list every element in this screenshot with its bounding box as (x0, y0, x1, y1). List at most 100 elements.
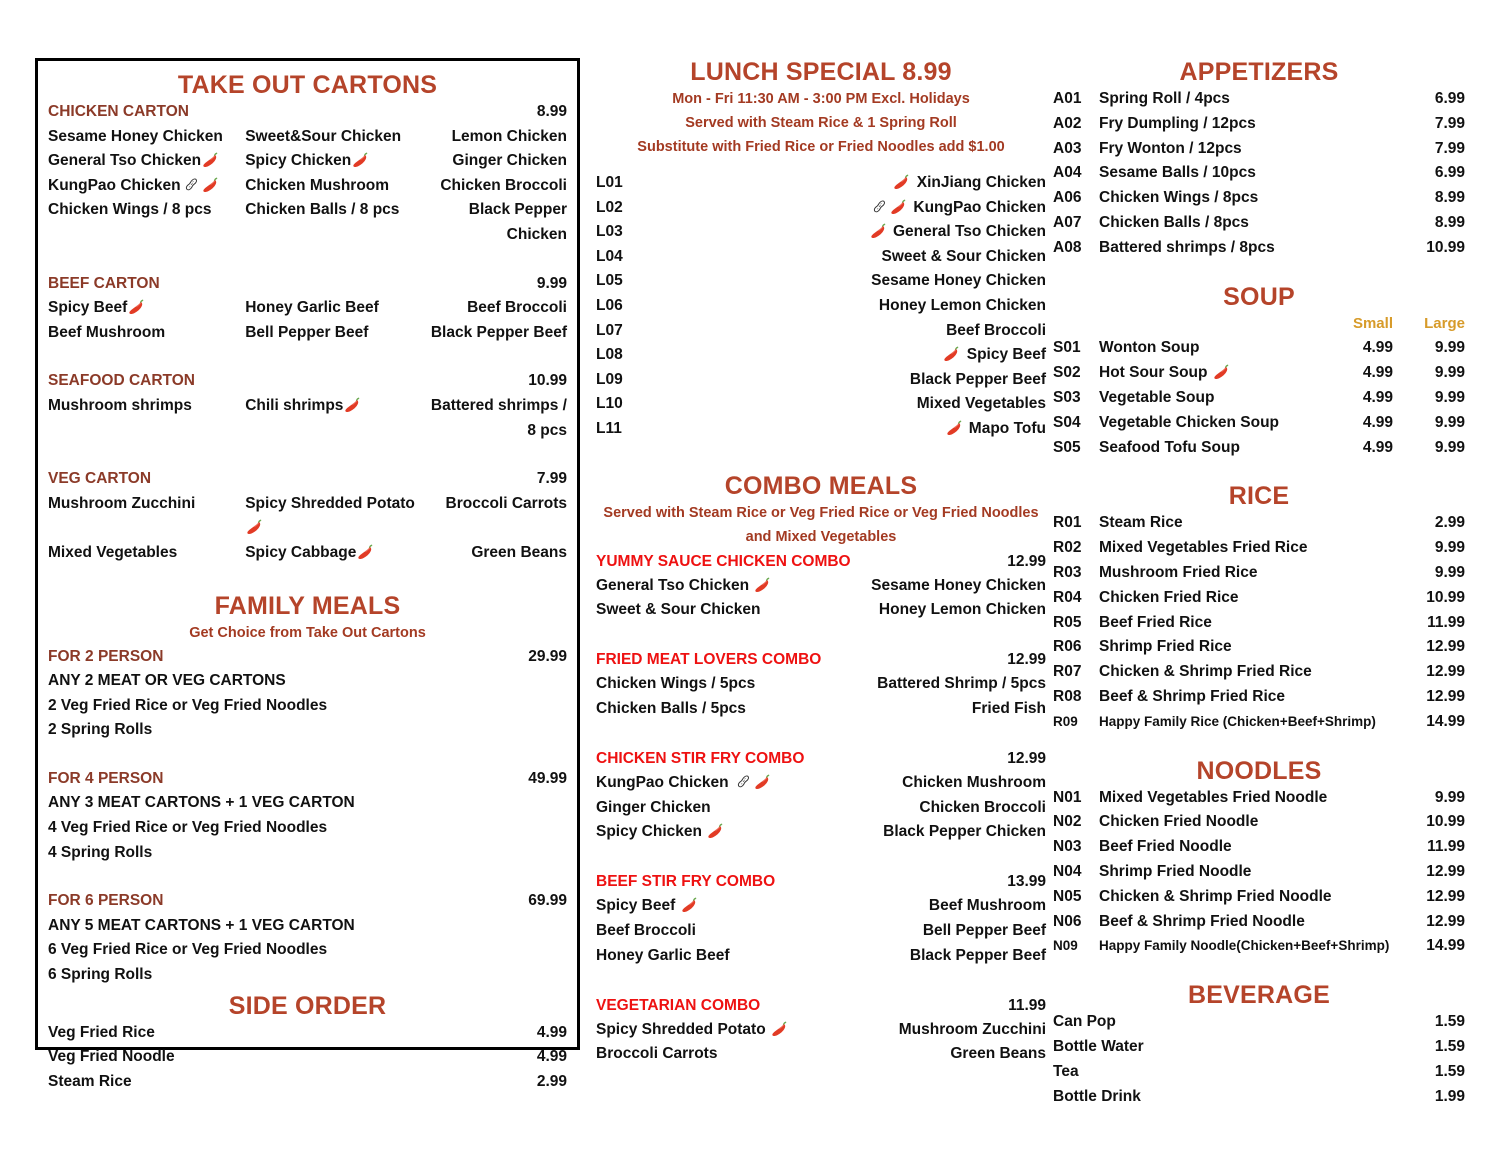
menu-item[interactable]: Mixed Vegetables (48, 541, 245, 566)
beverage-item[interactable]: Bottle Water 1.59 (1053, 1035, 1465, 1060)
menu-item[interactable]: Ginger Chicken (596, 796, 711, 821)
appetizer-item[interactable]: A08 Battered shrimps / 8pcs 10.99 (1053, 236, 1465, 261)
menu-item[interactable]: Spicy Shredded Potato (245, 492, 421, 541)
beverage-item[interactable]: Bottle Drink 1.99 (1053, 1085, 1465, 1110)
menu-item[interactable]: Spicy Chicken (596, 820, 726, 845)
lunch-special-item[interactable]: L04 Sweet & Sour Chicken (596, 245, 1046, 270)
soup-item[interactable]: S05 Seafood Tofu Soup 4.99 9.99 (1053, 436, 1465, 461)
menu-item[interactable]: Battered shrimps / 8 pcs (422, 394, 567, 443)
menu-item[interactable]: Chicken Broccoli (422, 174, 567, 199)
side-order-item[interactable]: Veg Fried Rice 4.99 (46, 1021, 569, 1046)
menu-item[interactable]: Chicken Mushroom (902, 771, 1046, 796)
menu-item[interactable]: Beef Broccoli (596, 919, 696, 944)
menu-item[interactable]: Beef Mushroom (48, 321, 245, 346)
menu-item[interactable]: Chicken Mushroom (245, 174, 421, 199)
item-price: 10.99 (1426, 813, 1465, 831)
lunch-special-item[interactable]: L11 Mapo Tofu (596, 417, 1046, 442)
noodle-item[interactable]: N05 Chicken & Shrimp Fried Noodle 12.99 (1053, 885, 1465, 910)
menu-item[interactable]: Fried Fish (972, 697, 1046, 722)
menu-item[interactable]: Mushroom Zucchini (48, 492, 245, 517)
appetizer-item[interactable]: A01 Spring Roll / 4pcs 6.99 (1053, 87, 1465, 112)
soup-item[interactable]: S01 Wonton Soup 4.99 9.99 (1053, 336, 1465, 361)
beverage-item[interactable]: Can Pop 1.59 (1053, 1010, 1465, 1035)
noodle-item[interactable]: N04 Shrimp Fried Noodle 12.99 (1053, 860, 1465, 885)
menu-item[interactable]: Lemon Chicken (422, 125, 567, 150)
side-order-item[interactable]: Veg Fried Noodle 4.99 (46, 1045, 569, 1070)
menu-item[interactable]: KungPao Chicken (596, 771, 773, 796)
menu-item[interactable]: Chicken Wings / 5pcs (596, 672, 755, 697)
menu-item[interactable]: Spicy Beef (48, 296, 245, 321)
menu-item[interactable]: Broccoli Carrots (596, 1042, 717, 1067)
rice-item[interactable]: R02 Mixed Vegetables Fried Rice 9.99 (1053, 536, 1465, 561)
menu-item[interactable]: Bell Pepper Beef (245, 321, 421, 346)
menu-item[interactable]: Chili shrimps (245, 394, 421, 419)
soup-item[interactable]: S02 Hot Sour Soup 4.99 9.99 (1053, 361, 1465, 386)
menu-item[interactable]: Chicken Wings / 8 pcs (48, 198, 245, 223)
combo-item-row: Honey Garlic Beef Black Pepper Beef (596, 944, 1046, 969)
menu-item[interactable]: Green Beans (950, 1042, 1046, 1067)
rice-item[interactable]: R08 Beef & Shrimp Fried Rice 12.99 (1053, 685, 1465, 710)
menu-item[interactable]: Honey Garlic Beef (245, 296, 421, 321)
menu-item[interactable]: Honey Lemon Chicken (879, 598, 1046, 623)
noodle-item[interactable]: N01 Mixed Vegetables Fried Noodle 9.99 (1053, 786, 1465, 811)
lunch-special-item[interactable]: L05 Sesame Honey Chicken (596, 269, 1046, 294)
appetizer-item[interactable]: A04 Sesame Balls / 10pcs 6.99 (1053, 161, 1465, 186)
menu-item[interactable]: KungPao Chicken (48, 174, 245, 199)
menu-item[interactable]: Green Beans (422, 541, 567, 566)
noodle-item[interactable]: N09 Happy Family Noodle(Chicken+Beef+Shri… (1053, 934, 1465, 959)
side-order-item[interactable]: Steam Rice 2.99 (46, 1070, 569, 1095)
menu-item[interactable]: Chicken Broccoli (919, 796, 1046, 821)
menu-item[interactable]: Ginger Chicken (422, 149, 567, 174)
menu-item[interactable]: Spicy Cabbage (245, 541, 421, 566)
appetizer-item[interactable]: A02 Fry Dumpling / 12pcs 7.99 (1053, 112, 1465, 137)
carton-name: BEEF CARTON (48, 274, 160, 292)
appetizer-item[interactable]: A03 Fry Wonton / 12pcs 7.99 (1053, 137, 1465, 162)
lunch-special-item[interactable]: L01 XinJiang Chicken (596, 171, 1046, 196)
menu-item[interactable]: Sweet&Sour Chicken (245, 125, 421, 150)
soup-item[interactable]: S04 Vegetable Chicken Soup 4.99 9.99 (1053, 411, 1465, 436)
lunch-special-item[interactable]: L10 Mixed Vegetables (596, 392, 1046, 417)
lunch-special-item[interactable]: L08 Spicy Beef (596, 343, 1046, 368)
rice-item[interactable]: R06 Shrimp Fried Rice 12.99 (1053, 635, 1465, 660)
menu-item[interactable]: Sesame Honey Chicken (871, 574, 1046, 599)
noodle-item[interactable]: N03 Beef Fried Noodle 11.99 (1053, 835, 1465, 860)
lunch-special-item[interactable]: L09 Black Pepper Beef (596, 368, 1046, 393)
beverage-item[interactable]: Tea 1.59 (1053, 1060, 1465, 1085)
rice-item[interactable]: R07 Chicken & Shrimp Fried Rice 12.99 (1053, 660, 1465, 685)
menu-item[interactable]: Mushroom shrimps (48, 394, 245, 419)
menu-item[interactable]: Sweet & Sour Chicken (596, 598, 761, 623)
appetizer-item[interactable]: A07 Chicken Balls / 8pcs 8.99 (1053, 211, 1465, 236)
soup-item[interactable]: S03 Vegetable Soup 4.99 9.99 (1053, 386, 1465, 411)
menu-item[interactable]: Black Pepper Chicken (883, 820, 1046, 845)
menu-item[interactable]: Spicy Beef (596, 894, 700, 919)
menu-item[interactable]: Bell Pepper Beef (923, 919, 1046, 944)
noodle-item[interactable]: N06 Beef & Shrimp Fried Noodle 12.99 (1053, 910, 1465, 935)
menu-item[interactable]: Sesame Honey Chicken (48, 125, 245, 150)
menu-item[interactable]: Mushroom Zucchini (899, 1018, 1046, 1043)
menu-item[interactable]: Chicken Balls / 8 pcs (245, 198, 421, 223)
menu-item[interactable]: Spicy Chicken (245, 149, 421, 174)
menu-item[interactable]: Black Pepper Chicken (422, 198, 567, 247)
menu-item[interactable]: General Tso Chicken (596, 574, 773, 599)
menu-item[interactable]: Spicy Shredded Potato (596, 1018, 790, 1043)
menu-item[interactable]: General Tso Chicken (48, 149, 245, 174)
menu-item[interactable]: Honey Garlic Beef (596, 944, 730, 969)
appetizer-item[interactable]: A06 Chicken Wings / 8pcs 8.99 (1053, 186, 1465, 211)
rice-item[interactable]: R03 Mushroom Fried Rice 9.99 (1053, 561, 1465, 586)
lunch-special-item[interactable]: L03 General Tso Chicken (596, 220, 1046, 245)
menu-item[interactable]: Black Pepper Beef (422, 321, 567, 346)
lunch-special-item[interactable]: L06 Honey Lemon Chicken (596, 294, 1046, 319)
menu-item[interactable]: Black Pepper Beef (910, 944, 1046, 969)
menu-item[interactable]: Battered Shrimp / 5pcs (877, 672, 1046, 697)
rice-item[interactable]: R09 Happy Family Rice (Chicken+Beef+Shrim… (1053, 710, 1465, 735)
lunch-special-item[interactable]: L02 KungPao Chicken (596, 196, 1046, 221)
rice-item[interactable]: R04 Chicken Fried Rice 10.99 (1053, 586, 1465, 611)
menu-item[interactable]: Broccoli Carrots (422, 492, 567, 517)
menu-item[interactable]: Beef Mushroom (929, 894, 1046, 919)
rice-item[interactable]: R05 Beef Fried Rice 11.99 (1053, 611, 1465, 636)
menu-item[interactable]: Chicken Balls / 5pcs (596, 697, 746, 722)
noodle-item[interactable]: N02 Chicken Fried Noodle 10.99 (1053, 810, 1465, 835)
lunch-special-item[interactable]: L07 Beef Broccoli (596, 319, 1046, 344)
rice-item[interactable]: R01 Steam Rice 2.99 (1053, 511, 1465, 536)
menu-item[interactable]: Beef Broccoli (422, 296, 567, 321)
